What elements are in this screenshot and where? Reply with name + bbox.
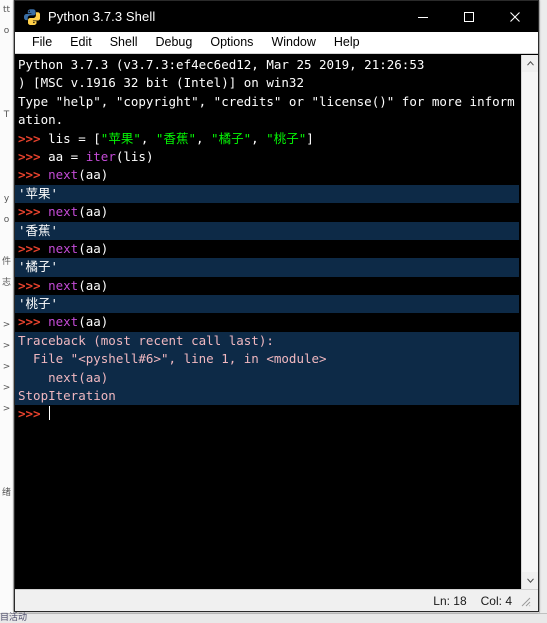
vertical-scrollbar[interactable] [521, 55, 538, 589]
window-controls [400, 1, 538, 32]
background-bottom-text: 目活动 [0, 613, 28, 623]
code-text: (aa) [78, 314, 109, 330]
input-line-next-call: >>> next(aa) [15, 166, 521, 184]
output-text: '桃子' [18, 296, 59, 312]
python-shell-window: Python 3.7.3 Shell File Edit Shell Debug… [14, 0, 539, 612]
traceback-text: File "<pyshell#6>", line 1, in <module> [18, 351, 327, 367]
code-text: ] [306, 130, 314, 146]
prompt-marker: >>> [18, 130, 49, 146]
title-bar[interactable]: Python 3.7.3 Shell [15, 1, 538, 32]
input-line-next-call: >>> next(aa) [15, 240, 521, 258]
banner-text: ation. [18, 112, 64, 128]
string-literal: "香蕉" [155, 130, 196, 146]
minimize-button[interactable] [400, 1, 446, 32]
window-title: Python 3.7.3 Shell [48, 9, 156, 24]
builtin-name: next [48, 240, 79, 256]
banner-text: Python 3.7.3 (v3.7.3:ef4ec6ed12, Mar 25 … [18, 57, 425, 72]
menu-item-shell[interactable]: Shell [101, 34, 147, 51]
background-right-edge [539, 0, 547, 623]
traceback-line: StopIteration [15, 387, 519, 406]
traceback-text: Traceback (most recent call last): [18, 332, 274, 348]
code-text: (lis) [115, 148, 154, 164]
banner-line: ) [MSC v.1916 32 bit (Intel)] on win32 [15, 74, 521, 92]
string-literal: "苹果" [100, 130, 141, 146]
builtin-name: next [48, 204, 79, 220]
builtin-name: next [48, 277, 79, 293]
prompt-marker: >>> [18, 204, 49, 220]
prompt-marker: >>> [18, 406, 49, 422]
resize-grip-icon[interactable] [518, 594, 532, 608]
string-literal: "桃子" [266, 130, 307, 146]
code-separator: , [195, 130, 212, 146]
menu-bar: File Edit Shell Debug Options Window Hel… [15, 32, 538, 54]
background-left-glyphs: tt o T y o 件 志 > > > > > 绪 [1, 5, 11, 498]
chevron-up-icon[interactable] [522, 55, 538, 72]
menu-item-window[interactable]: Window [262, 34, 324, 51]
prompt-marker: >>> [18, 277, 49, 293]
code-text: aa = [48, 148, 86, 164]
string-literal: "橘子" [211, 130, 252, 146]
maximize-button[interactable] [446, 1, 492, 32]
output-text: '苹果' [18, 185, 59, 201]
prompt-marker: >>> [18, 167, 49, 183]
menu-item-debug[interactable]: Debug [147, 34, 202, 51]
console-row: Python 3.7.3 (v3.7.3:ef4ec6ed12, Mar 25 … [15, 54, 538, 589]
code-text: (aa) [78, 204, 109, 220]
active-prompt-line[interactable]: >>> [15, 405, 521, 423]
banner-line: Python 3.7.3 (v3.7.3:ef4ec6ed12, Mar 25 … [15, 56, 521, 74]
scrollbar-track[interactable] [522, 72, 538, 572]
code-text: (aa) [78, 277, 109, 293]
menu-item-edit[interactable]: Edit [61, 34, 101, 51]
output-text: '香蕉' [18, 222, 59, 238]
python-logo-icon [23, 8, 41, 26]
prompt-marker: >>> [18, 314, 49, 330]
input-line-iter-assign: >>> aa = iter(lis) [15, 148, 521, 166]
menu-item-file[interactable]: File [23, 34, 61, 51]
code-separator: , [251, 130, 267, 146]
status-bar: Ln: 18 Col: 4 [15, 589, 538, 611]
menu-item-options[interactable]: Options [201, 34, 262, 51]
close-button[interactable] [492, 1, 538, 32]
prompt-marker: >>> [18, 148, 49, 164]
input-line-next-call: >>> next(aa) [15, 277, 521, 295]
input-line-next-call: >>> next(aa) [15, 203, 521, 221]
code-text: (aa) [78, 167, 109, 183]
input-line-next-call: >>> next(aa) [15, 313, 521, 331]
shell-output-area[interactable]: Python 3.7.3 (v3.7.3:ef4ec6ed12, Mar 25 … [15, 55, 521, 589]
traceback-text: next(aa) [18, 369, 109, 385]
traceback-line: next(aa) [15, 368, 519, 388]
builtin-name: next [48, 314, 79, 330]
traceback-exception: StopIteration [18, 388, 116, 404]
code-text: lis = [ [48, 130, 101, 146]
output-line: '桃子' [15, 295, 519, 314]
output-line: '苹果' [15, 184, 519, 204]
output-line: '香蕉' [15, 221, 519, 240]
code-separator: , [140, 130, 156, 146]
background-bottom-strip [0, 613, 547, 623]
output-line: '橘子' [15, 258, 519, 277]
status-col-indicator: Col: 4 [480, 593, 512, 608]
code-text: (aa) [78, 240, 109, 256]
input-line-list-assign: >>> lis = ["苹果", "香蕉", "橘子", "桃子"] [15, 130, 521, 148]
chevron-down-icon[interactable] [522, 572, 538, 589]
prompt-marker: >>> [18, 240, 49, 256]
menu-item-help[interactable]: Help [325, 34, 369, 51]
text-cursor [49, 406, 51, 421]
builtin-name: iter [85, 148, 116, 164]
banner-text: ) [MSC v.1916 32 bit (Intel)] on win32 [18, 75, 304, 91]
status-line-indicator: Ln: 18 [433, 593, 467, 608]
banner-line: ation. [15, 111, 521, 129]
banner-line: Type "help", "copyright", "credits" or "… [15, 93, 521, 111]
builtin-name: next [48, 167, 79, 183]
traceback-line: Traceback (most recent call last): [15, 331, 519, 351]
output-text: '橘子' [18, 259, 59, 275]
traceback-line: File "<pyshell#6>", line 1, in <module> [15, 350, 519, 369]
banner-text: Type "help", "copyright", "credits" or "… [18, 93, 515, 109]
